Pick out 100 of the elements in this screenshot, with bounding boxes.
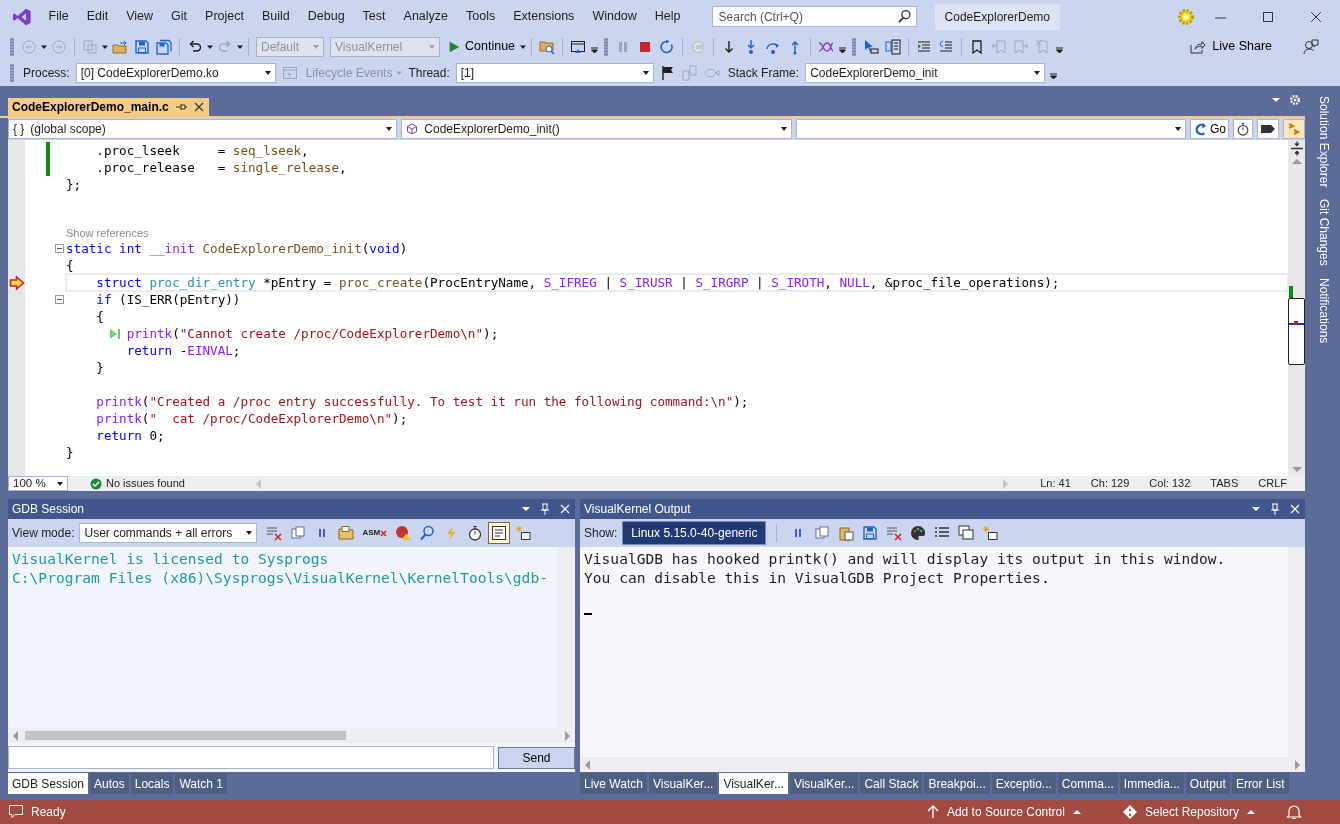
new-window-icon[interactable] (515, 525, 532, 541)
panel-tab[interactable]: Exceptio... (991, 773, 1056, 794)
pin-icon[interactable] (539, 503, 551, 515)
panel-tab[interactable]: VisualKer... (719, 773, 788, 794)
scroll-right-icon[interactable] (1294, 759, 1301, 770)
copy-icon[interactable] (290, 525, 307, 541)
panel-tab[interactable]: Breakpoi... (924, 773, 990, 794)
issues-status[interactable]: No issues found (106, 475, 185, 492)
scroll-right-icon[interactable] (564, 730, 571, 741)
menu-item[interactable]: Extensions (504, 7, 584, 26)
panel-tab[interactable]: Output (1185, 773, 1230, 794)
scroll-left-icon[interactable] (584, 759, 591, 770)
collapse-toggle[interactable] (55, 244, 64, 253)
paste-icon[interactable] (838, 525, 855, 541)
collapse-toggle[interactable] (55, 295, 64, 304)
panel-tab[interactable]: Comma... (1057, 773, 1118, 794)
breakpoint-warning-icon[interactable] (395, 525, 412, 541)
panel-tab[interactable]: GDB Session (8, 773, 89, 794)
add-to-source-control-button[interactable]: Add to Source Control (919, 802, 1088, 822)
save-icon[interactable] (134, 38, 150, 55)
panel-tab[interactable]: Locals (130, 773, 174, 794)
menu-item[interactable]: Window (583, 7, 646, 26)
select-repository-button[interactable]: Select Repository (1115, 802, 1262, 822)
panel-tab[interactable]: Watch 1 (175, 773, 227, 794)
scroll-left-icon[interactable] (12, 730, 19, 741)
panel-tab[interactable]: Autos (90, 773, 129, 794)
panel-tab[interactable]: VisualKer... (789, 773, 859, 794)
pin-icon[interactable] (1269, 503, 1281, 515)
menu-item[interactable]: Tools (457, 7, 505, 26)
panel-tab[interactable]: Immedia... (1119, 773, 1184, 794)
run-to-here-icon[interactable] (108, 326, 121, 341)
menu-item[interactable]: File (39, 7, 78, 26)
side-tab[interactable]: Git Changes (1315, 199, 1333, 267)
current-statement-icon[interactable] (8, 274, 25, 291)
split-icon[interactable] (1288, 140, 1305, 157)
vertical-scrollbar[interactable] (558, 547, 575, 728)
undo-icon[interactable] (187, 38, 203, 55)
window-icon[interactable] (491, 525, 508, 541)
flag-icon[interactable] (659, 65, 676, 81)
scroll-thumb[interactable] (1288, 298, 1305, 365)
windows-icon[interactable] (958, 525, 975, 541)
folder-search-icon[interactable] (539, 38, 556, 55)
vertical-scrollbar[interactable] (1288, 140, 1305, 476)
menu-item[interactable]: Project (196, 7, 253, 26)
restart-icon[interactable] (659, 38, 676, 55)
live-share-button[interactable]: Live Share (1183, 37, 1278, 56)
stopwatch-icon[interactable] (1236, 121, 1250, 137)
close-icon[interactable] (1289, 503, 1301, 515)
vertical-scrollbar[interactable] (1288, 547, 1305, 757)
save-icon[interactable] (862, 525, 879, 541)
maximize-icon[interactable] (1261, 9, 1275, 24)
bell-icon[interactable] (1286, 804, 1302, 820)
caret-icon[interactable] (1271, 95, 1281, 105)
new-window-icon[interactable] (982, 525, 999, 541)
palette-icon[interactable] (910, 525, 927, 541)
show-references-link[interactable]: Show references (66, 227, 149, 240)
panel-tab[interactable]: Call Stack (860, 773, 923, 794)
panel-tab[interactable]: Error List (1231, 773, 1289, 794)
close-icon[interactable] (559, 503, 571, 515)
dropdown[interactable]: CodeExplorerDemo_init (805, 63, 1046, 83)
source-button[interactable]: Linux 5.15.0-40-generic (622, 521, 767, 545)
clear-icon[interactable] (886, 525, 903, 541)
copy-icon[interactable] (814, 525, 831, 541)
menu-item[interactable]: Debug (298, 7, 354, 26)
scope-dropdown[interactable]: { } (global scope) (8, 119, 398, 139)
side-tab[interactable]: Solution Explorer (1315, 96, 1333, 188)
save-all-icon[interactable] (156, 38, 172, 55)
uncomment-icon[interactable] (938, 38, 955, 55)
pointer-icon[interactable] (863, 38, 880, 55)
close-icon[interactable] (1309, 9, 1323, 24)
horizontal-scrollbar[interactable] (8, 728, 575, 743)
send-button[interactable]: Send (498, 746, 575, 769)
feedback-icon[interactable] (1303, 38, 1319, 55)
panels-icon[interactable] (885, 38, 902, 55)
asm-label[interactable]: ASM (362, 525, 381, 541)
side-tab[interactable]: Notifications (1315, 278, 1333, 344)
search-icon[interactable] (896, 9, 912, 24)
command-input[interactable] (8, 746, 494, 769)
menu-item[interactable]: View (117, 7, 163, 26)
caret-icon[interactable] (521, 504, 531, 514)
folder-icon[interactable] (338, 525, 355, 541)
dropdown[interactable]: [1] (455, 63, 654, 83)
pin-icon[interactable] (174, 101, 187, 113)
panel-tab[interactable]: VisualKer... (648, 773, 718, 794)
menu-item[interactable]: Analyze (394, 7, 458, 26)
horizontal-scrollbar[interactable] (580, 757, 1305, 772)
zoom-dropdown[interactable]: 100 % (8, 476, 68, 491)
clear-icon[interactable] (266, 525, 283, 541)
panel-tab[interactable]: Live Watch (580, 773, 647, 794)
caret-icon[interactable] (1251, 504, 1261, 514)
close-icon[interactable] (192, 101, 205, 113)
member-dropdown[interactable]: CodeExplorerDemo_init() (401, 119, 792, 139)
menu-item[interactable]: Build (252, 7, 299, 26)
stopwatch-icon[interactable] (467, 525, 484, 541)
gear-icon[interactable] (1176, 6, 1196, 27)
view-mode-dropdown[interactable]: User commands + all errors (79, 523, 258, 543)
document-tab[interactable]: CodeExplorerDemo_main.c (8, 98, 209, 116)
go-button[interactable]: Go (1190, 119, 1229, 139)
menu-item[interactable]: Help (645, 7, 690, 26)
window-icon[interactable] (570, 38, 587, 55)
